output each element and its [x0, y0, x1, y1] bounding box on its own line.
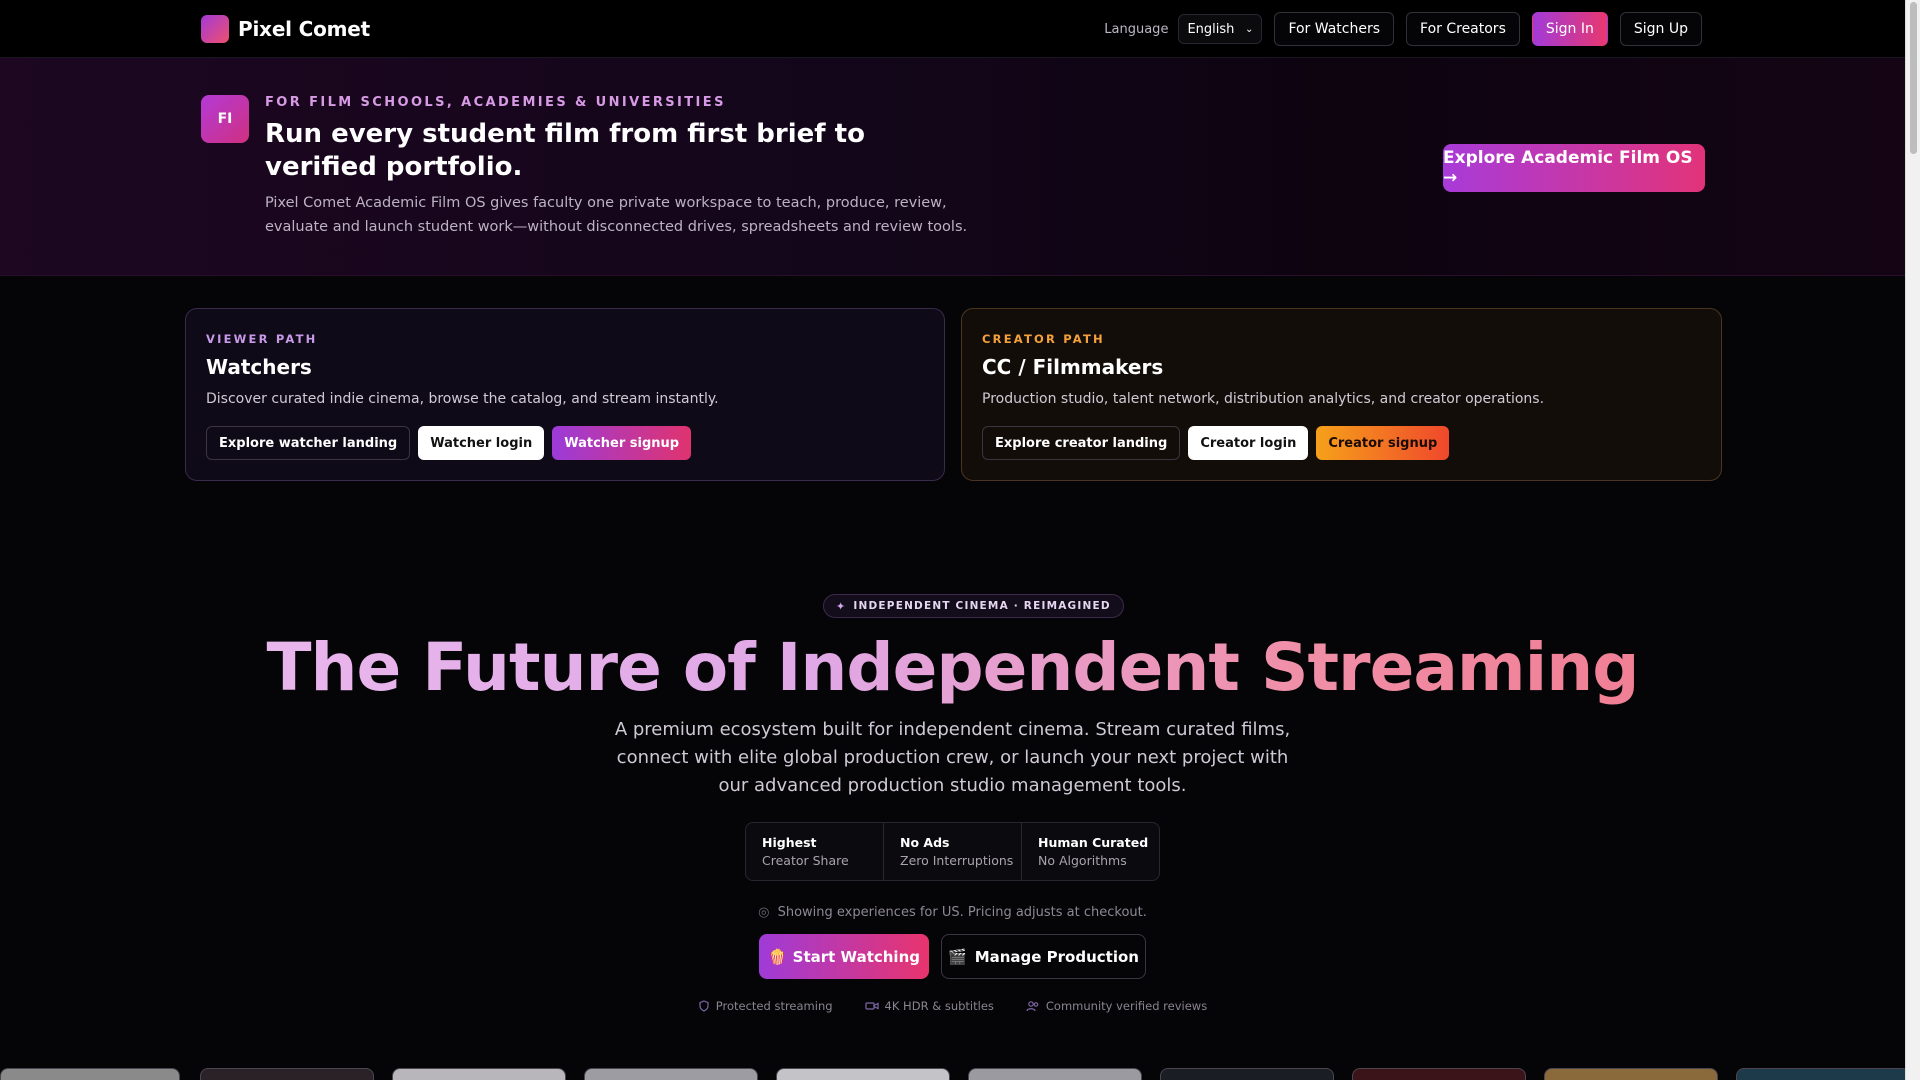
- sparkle-icon: ✦: [836, 599, 847, 613]
- creator-signup-button[interactable]: Creator signup: [1316, 426, 1450, 460]
- poster-card[interactable]: [1160, 1068, 1334, 1080]
- poster-strip: [0, 1068, 1905, 1080]
- video-camera-icon: [864, 1002, 879, 1010]
- creator-title: CC / Filmmakers: [982, 355, 1164, 379]
- hero-badge: ✦ INDEPENDENT CINEMA · REIMAGINED: [823, 594, 1124, 618]
- stat-item: Human Curated No Algorithms: [1022, 823, 1159, 880]
- stat-subtitle: Zero Interruptions: [900, 853, 1014, 868]
- language-value: English: [1187, 21, 1235, 37]
- trust-row: Protected streaming 4K HDR & subtitles C…: [0, 999, 1905, 1013]
- shield-icon: [699, 1000, 709, 1012]
- explore-academic-button[interactable]: Explore Academic Film OS →: [1443, 144, 1705, 192]
- viewer-eyebrow: VIEWER PATH: [206, 332, 318, 346]
- geo-note-text: Showing experiences for US. Pricing adju…: [777, 905, 1147, 920]
- start-watching-button[interactable]: 🍿 Start Watching: [759, 934, 929, 979]
- nav-actions: Language English ⌄ For Watchers For Crea…: [1104, 12, 1702, 46]
- watcher-signup-button[interactable]: Watcher signup: [552, 426, 692, 460]
- watcher-login-button[interactable]: Watcher login: [418, 426, 545, 460]
- banner-description: Pixel Comet Academic Film OS gives facul…: [265, 195, 968, 235]
- for-watchers-button[interactable]: For Watchers: [1274, 12, 1395, 46]
- geo-note: ◎ Showing experiences for US. Pricing ad…: [0, 905, 1905, 920]
- language-select[interactable]: English ⌄: [1178, 14, 1263, 44]
- hero-subtitle: A premium ecosystem built for independen…: [614, 719, 1291, 796]
- creator-description: Production studio, talent network, distr…: [982, 391, 1545, 407]
- trust-label: Protected streaming: [715, 999, 833, 1013]
- banner-eyebrow: FOR FILM SCHOOLS, ACADEMIES & UNIVERSITI…: [265, 95, 726, 110]
- users-icon: [1026, 1001, 1039, 1012]
- viewer-path-card: VIEWER PATH Watchers Discover curated in…: [185, 308, 945, 481]
- poster-card[interactable]: [0, 1068, 180, 1080]
- creator-login-button[interactable]: Creator login: [1188, 426, 1309, 460]
- for-creators-button[interactable]: For Creators: [1406, 12, 1520, 46]
- clapperboard-icon: 🎬: [948, 947, 967, 966]
- location-pin-icon: ◎: [758, 905, 770, 920]
- poster-card[interactable]: [1736, 1068, 1905, 1080]
- language-label: Language: [1104, 21, 1169, 37]
- academic-badge: FI: [201, 95, 249, 143]
- sign-up-button[interactable]: Sign Up: [1619, 12, 1702, 46]
- creator-path-card: CREATOR PATH CC / Filmmakers Production …: [961, 308, 1722, 481]
- page-scrollbar[interactable]: [1905, 0, 1920, 1080]
- stat-title: No Ads: [900, 835, 950, 850]
- poster-card[interactable]: [200, 1068, 374, 1080]
- stat-subtitle: No Algorithms: [1038, 853, 1127, 868]
- popcorn-icon: 🍿: [767, 947, 787, 966]
- trust-item: 4K HDR & subtitles: [864, 999, 994, 1013]
- manage-production-label: Manage Production: [974, 947, 1139, 966]
- top-navigation: Pixel Comet Language English ⌄ For Watch…: [0, 0, 1905, 58]
- trust-label: 4K HDR & subtitles: [884, 999, 994, 1013]
- stat-item: No Ads Zero Interruptions: [884, 823, 1022, 880]
- hero-title: The Future of Independent Streaming: [0, 628, 1905, 708]
- brand-link[interactable]: Pixel Comet: [201, 15, 370, 43]
- poster-card[interactable]: [1352, 1068, 1526, 1080]
- viewer-title: Watchers: [206, 355, 312, 379]
- brand-logo-icon: [201, 15, 229, 43]
- chevron-down-icon: ⌄: [1245, 23, 1254, 35]
- stats-panel: Highest Creator Share No Ads Zero Interr…: [745, 822, 1160, 881]
- poster-card[interactable]: [584, 1068, 758, 1080]
- viewer-description: Discover curated indie cinema, browse th…: [206, 391, 719, 407]
- trust-label: Community verified reviews: [1045, 999, 1208, 1013]
- trust-item: Protected streaming: [698, 999, 833, 1013]
- watcher-landing-button[interactable]: Explore watcher landing: [206, 426, 411, 460]
- poster-card[interactable]: [776, 1068, 950, 1080]
- scrollbar-thumb[interactable]: [1910, 2, 1917, 154]
- stat-title: Highest: [762, 835, 817, 850]
- banner-title: Run every student film from first brief …: [265, 119, 865, 182]
- sign-in-button[interactable]: Sign In: [1531, 12, 1608, 46]
- creator-landing-button[interactable]: Explore creator landing: [982, 426, 1181, 460]
- academic-banner: FI FOR FILM SCHOOLS, ACADEMIES & UNIVERS…: [0, 58, 1905, 276]
- poster-card[interactable]: [392, 1068, 566, 1080]
- stat-title: Human Curated: [1038, 835, 1149, 850]
- hero-badge-label: INDEPENDENT CINEMA · REIMAGINED: [853, 600, 1111, 612]
- creator-eyebrow: CREATOR PATH: [982, 332, 1105, 346]
- stat-item: Highest Creator Share: [746, 823, 884, 880]
- stat-subtitle: Creator Share: [762, 853, 849, 868]
- brand-name: Pixel Comet: [238, 17, 370, 41]
- trust-item: Community verified reviews: [1026, 999, 1207, 1013]
- hero-title-text: The Future of Independent Streaming: [266, 629, 1639, 706]
- creator-actions: Explore creator landing Creator login Cr…: [982, 426, 1450, 460]
- start-watching-label: Start Watching: [792, 947, 920, 966]
- viewer-actions: Explore watcher landing Watcher login Wa…: [206, 426, 692, 460]
- manage-production-button[interactable]: 🎬 Manage Production: [941, 934, 1146, 979]
- poster-card[interactable]: [1544, 1068, 1718, 1080]
- poster-card[interactable]: [968, 1068, 1142, 1080]
